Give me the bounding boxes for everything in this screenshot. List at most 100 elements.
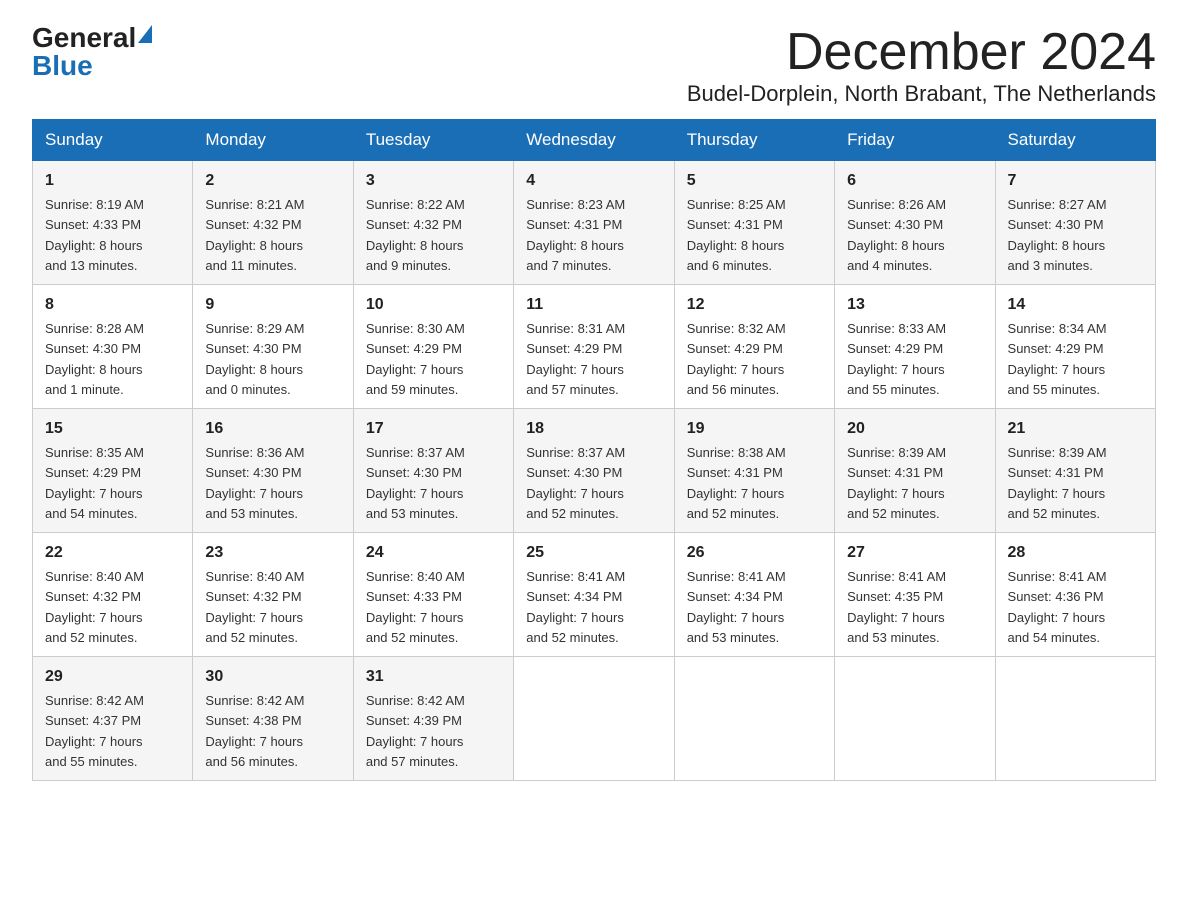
week-row-5: 29Sunrise: 8:42 AM Sunset: 4:37 PM Dayli… <box>33 657 1156 781</box>
day-cell: 20 Sunrise: 8:39 AM Sunset: 4:31 PM Dayli… <box>835 409 995 533</box>
day-info: Sunrise: 8:26 AM Sunset: 4:30 PM Dayligh… <box>847 197 946 273</box>
day-cell: 17 Sunrise: 8:37 AM Sunset: 4:30 PM Dayli… <box>353 409 513 533</box>
calendar-table: SundayMondayTuesdayWednesdayThursdayFrid… <box>32 119 1156 781</box>
week-row-4: 22 Sunrise: 8:40 AM Sunset: 4:32 PM Dayli… <box>33 533 1156 657</box>
day-info: Sunrise: 8:41 AM Sunset: 4:35 PM Dayligh… <box>847 569 946 645</box>
title-area: December 2024 Budel-Dorplein, North Brab… <box>687 24 1156 107</box>
day-cell: 11 Sunrise: 8:31 AM Sunset: 4:29 PM Dayli… <box>514 285 674 409</box>
day-info: Sunrise: 8:42 AM Sunset: 4:38 PM Dayligh… <box>205 693 304 769</box>
day-number: 29 <box>45 665 180 689</box>
day-number: 4 <box>526 169 661 193</box>
day-info: Sunrise: 8:41 AM Sunset: 4:36 PM Dayligh… <box>1008 569 1107 645</box>
day-cell: 27 Sunrise: 8:41 AM Sunset: 4:35 PM Dayli… <box>835 533 995 657</box>
logo-arrow-icon <box>138 25 152 43</box>
day-info: Sunrise: 8:22 AM Sunset: 4:32 PM Dayligh… <box>366 197 465 273</box>
day-cell: 5 Sunrise: 8:25 AM Sunset: 4:31 PM Daylig… <box>674 161 834 285</box>
day-info: Sunrise: 8:39 AM Sunset: 4:31 PM Dayligh… <box>1008 445 1107 521</box>
day-info: Sunrise: 8:35 AM Sunset: 4:29 PM Dayligh… <box>45 445 144 521</box>
day-number: 6 <box>847 169 982 193</box>
day-info: Sunrise: 8:36 AM Sunset: 4:30 PM Dayligh… <box>205 445 304 521</box>
day-cell: 18 Sunrise: 8:37 AM Sunset: 4:30 PM Dayli… <box>514 409 674 533</box>
day-cell: 6 Sunrise: 8:26 AM Sunset: 4:30 PM Daylig… <box>835 161 995 285</box>
day-cell: 21 Sunrise: 8:39 AM Sunset: 4:31 PM Dayli… <box>995 409 1155 533</box>
day-header-friday: Friday <box>835 120 995 161</box>
day-number: 15 <box>45 417 180 441</box>
day-cell: 3 Sunrise: 8:22 AM Sunset: 4:32 PM Daylig… <box>353 161 513 285</box>
day-cell: 22 Sunrise: 8:40 AM Sunset: 4:32 PM Dayli… <box>33 533 193 657</box>
day-cell: 13Sunrise: 8:33 AM Sunset: 4:29 PM Dayli… <box>835 285 995 409</box>
month-title: December 2024 <box>687 24 1156 81</box>
day-number: 1 <box>45 169 180 193</box>
day-number: 31 <box>366 665 501 689</box>
day-number: 25 <box>526 541 661 565</box>
day-info: Sunrise: 8:40 AM Sunset: 4:33 PM Dayligh… <box>366 569 465 645</box>
day-number: 27 <box>847 541 982 565</box>
day-info: Sunrise: 8:29 AM Sunset: 4:30 PM Dayligh… <box>205 321 304 397</box>
day-number: 22 <box>45 541 180 565</box>
day-number: 3 <box>366 169 501 193</box>
day-cell: 14 Sunrise: 8:34 AM Sunset: 4:29 PM Dayli… <box>995 285 1155 409</box>
day-info: Sunrise: 8:42 AM Sunset: 4:39 PM Dayligh… <box>366 693 465 769</box>
day-number: 2 <box>205 169 340 193</box>
day-info: Sunrise: 8:30 AM Sunset: 4:29 PM Dayligh… <box>366 321 465 397</box>
day-number: 18 <box>526 417 661 441</box>
day-headers-row: SundayMondayTuesdayWednesdayThursdayFrid… <box>33 120 1156 161</box>
day-cell: 24 Sunrise: 8:40 AM Sunset: 4:33 PM Dayli… <box>353 533 513 657</box>
day-cell: 29Sunrise: 8:42 AM Sunset: 4:37 PM Dayli… <box>33 657 193 781</box>
day-cell: 2Sunrise: 8:21 AM Sunset: 4:32 PM Daylig… <box>193 161 353 285</box>
day-info: Sunrise: 8:28 AM Sunset: 4:30 PM Dayligh… <box>45 321 144 397</box>
day-info: Sunrise: 8:31 AM Sunset: 4:29 PM Dayligh… <box>526 321 625 397</box>
day-cell: 9 Sunrise: 8:29 AM Sunset: 4:30 PM Daylig… <box>193 285 353 409</box>
day-cell: 4Sunrise: 8:23 AM Sunset: 4:31 PM Daylig… <box>514 161 674 285</box>
day-cell <box>995 657 1155 781</box>
day-cell: 12Sunrise: 8:32 AM Sunset: 4:29 PM Dayli… <box>674 285 834 409</box>
day-cell: 31 Sunrise: 8:42 AM Sunset: 4:39 PM Dayli… <box>353 657 513 781</box>
day-info: Sunrise: 8:25 AM Sunset: 4:31 PM Dayligh… <box>687 197 786 273</box>
day-cell: 15 Sunrise: 8:35 AM Sunset: 4:29 PM Dayli… <box>33 409 193 533</box>
day-number: 23 <box>205 541 340 565</box>
day-info: Sunrise: 8:41 AM Sunset: 4:34 PM Dayligh… <box>687 569 786 645</box>
day-info: Sunrise: 8:41 AM Sunset: 4:34 PM Dayligh… <box>526 569 625 645</box>
day-number: 16 <box>205 417 340 441</box>
day-number: 17 <box>366 417 501 441</box>
day-header-tuesday: Tuesday <box>353 120 513 161</box>
day-info: Sunrise: 8:34 AM Sunset: 4:29 PM Dayligh… <box>1008 321 1107 397</box>
day-cell: 16 Sunrise: 8:36 AM Sunset: 4:30 PM Dayli… <box>193 409 353 533</box>
day-header-sunday: Sunday <box>33 120 193 161</box>
header: General Blue December 2024 Budel-Dorplei… <box>32 24 1156 107</box>
day-cell: 23Sunrise: 8:40 AM Sunset: 4:32 PM Dayli… <box>193 533 353 657</box>
logo-general-text: General <box>32 24 136 52</box>
day-info: Sunrise: 8:33 AM Sunset: 4:29 PM Dayligh… <box>847 321 946 397</box>
day-info: Sunrise: 8:40 AM Sunset: 4:32 PM Dayligh… <box>45 569 144 645</box>
day-number: 21 <box>1008 417 1143 441</box>
day-header-wednesday: Wednesday <box>514 120 674 161</box>
day-number: 9 <box>205 293 340 317</box>
day-number: 20 <box>847 417 982 441</box>
day-info: Sunrise: 8:37 AM Sunset: 4:30 PM Dayligh… <box>526 445 625 521</box>
location-title: Budel-Dorplein, North Brabant, The Nethe… <box>687 81 1156 107</box>
day-header-saturday: Saturday <box>995 120 1155 161</box>
day-info: Sunrise: 8:27 AM Sunset: 4:30 PM Dayligh… <box>1008 197 1107 273</box>
day-cell: 8 Sunrise: 8:28 AM Sunset: 4:30 PM Daylig… <box>33 285 193 409</box>
day-cell: 30 Sunrise: 8:42 AM Sunset: 4:38 PM Dayli… <box>193 657 353 781</box>
day-cell: 25 Sunrise: 8:41 AM Sunset: 4:34 PM Dayli… <box>514 533 674 657</box>
day-number: 5 <box>687 169 822 193</box>
day-number: 24 <box>366 541 501 565</box>
day-number: 28 <box>1008 541 1143 565</box>
day-number: 8 <box>45 293 180 317</box>
day-number: 26 <box>687 541 822 565</box>
day-cell: 7 Sunrise: 8:27 AM Sunset: 4:30 PM Daylig… <box>995 161 1155 285</box>
day-number: 14 <box>1008 293 1143 317</box>
week-row-2: 8 Sunrise: 8:28 AM Sunset: 4:30 PM Daylig… <box>33 285 1156 409</box>
day-cell <box>835 657 995 781</box>
day-info: Sunrise: 8:32 AM Sunset: 4:29 PM Dayligh… <box>687 321 786 397</box>
day-number: 11 <box>526 293 661 317</box>
day-info: Sunrise: 8:19 AM Sunset: 4:33 PM Dayligh… <box>45 197 144 273</box>
day-number: 30 <box>205 665 340 689</box>
day-info: Sunrise: 8:39 AM Sunset: 4:31 PM Dayligh… <box>847 445 946 521</box>
day-info: Sunrise: 8:37 AM Sunset: 4:30 PM Dayligh… <box>366 445 465 521</box>
day-number: 19 <box>687 417 822 441</box>
day-cell <box>674 657 834 781</box>
day-header-monday: Monday <box>193 120 353 161</box>
day-number: 7 <box>1008 169 1143 193</box>
